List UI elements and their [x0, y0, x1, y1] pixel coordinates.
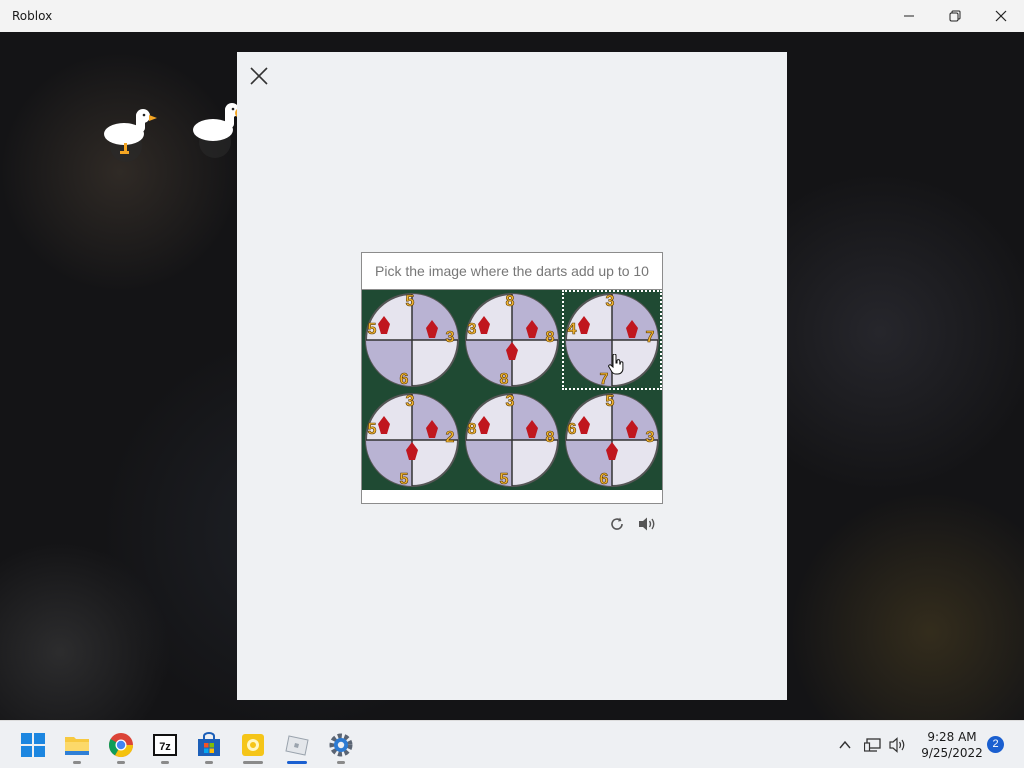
- running-indicator: [117, 761, 125, 764]
- running-indicator: [161, 761, 169, 764]
- clock-date: 9/25/2022: [921, 746, 983, 760]
- running-indicator: [337, 761, 345, 764]
- dart-score-label: 3: [646, 429, 655, 446]
- roblox-icon[interactable]: [283, 731, 311, 759]
- svg-text:7z: 7z: [159, 741, 171, 753]
- audio-challenge-button[interactable]: [637, 514, 657, 534]
- close-icon: [995, 10, 1007, 22]
- close-button[interactable]: [978, 0, 1024, 32]
- sticky-notes-icon[interactable]: [239, 731, 267, 759]
- dart-score-label: 8: [468, 421, 477, 438]
- running-indicator: [205, 761, 213, 764]
- volume-icon[interactable]: [889, 737, 907, 753]
- clock[interactable]: 9:28 AM 9/25/2022: [912, 729, 992, 761]
- dartboard-image: 8 3 8 8: [465, 293, 559, 388]
- dart-score-label: 4: [568, 321, 577, 338]
- captcha-tile[interactable]: 3 5 2 5: [362, 390, 462, 490]
- dart-score-label: 5: [368, 321, 377, 338]
- dart-score-label: 5: [606, 393, 615, 410]
- captcha-prompt: Pick the image where the darts add up to…: [362, 253, 662, 290]
- minimize-button[interactable]: [886, 0, 932, 32]
- window-titlebar: Roblox: [0, 0, 1024, 32]
- dart-score-label: 3: [606, 293, 615, 310]
- dartboard-image: 3 8 8 5: [465, 393, 559, 488]
- network-icon[interactable]: [864, 737, 882, 753]
- speaker-icon: [639, 517, 655, 531]
- captcha-tile[interactable]: 5 5 3 6: [362, 290, 462, 390]
- chrome-icon[interactable]: [107, 731, 135, 759]
- active-indicator: [287, 761, 307, 764]
- clock-time: 9:28 AM: [927, 730, 977, 744]
- dartboard-image: 5 6 3 6: [565, 393, 659, 488]
- dart-score-label: 2: [446, 429, 455, 446]
- dart-score-label: 6: [600, 471, 609, 488]
- dart-score-label: 6: [400, 371, 409, 388]
- captcha-tools: [607, 514, 657, 534]
- goose-icon: [104, 109, 157, 162]
- dart-score-label: 3: [446, 329, 455, 346]
- refresh-button[interactable]: [607, 514, 627, 534]
- start-icon[interactable]: [19, 731, 47, 759]
- chevron-up-icon[interactable]: [838, 738, 852, 752]
- restore-icon: [949, 10, 961, 22]
- verification-modal: Pick the image where the darts add up to…: [237, 52, 787, 700]
- refresh-icon: [611, 517, 623, 530]
- dart-score-label: 7: [646, 329, 655, 346]
- restore-button[interactable]: [932, 0, 978, 32]
- 7zip-icon[interactable]: 7z: [151, 731, 179, 759]
- dart-score-label: 8: [546, 429, 555, 446]
- close-icon: [250, 67, 268, 85]
- captcha-tile[interactable]: 3 8 8 5: [462, 390, 562, 490]
- microsoft-store-icon[interactable]: [195, 731, 223, 759]
- window-controls: [886, 0, 1024, 32]
- captcha-tile[interactable]: 5 6 3 6: [562, 390, 662, 490]
- running-indicator: [73, 761, 81, 764]
- modal-close-button[interactable]: [249, 66, 269, 86]
- settings-icon[interactable]: [327, 731, 355, 759]
- window-title: Roblox: [12, 9, 53, 23]
- dart-score-label: 3: [406, 393, 415, 410]
- hand-cursor-icon: [608, 354, 624, 375]
- dart-score-label: 3: [506, 393, 515, 410]
- dart-score-label: 8: [546, 329, 555, 346]
- dart-score-label: 5: [500, 471, 509, 488]
- taskbar: 7z 9:28 AM 9/25/2022: [0, 720, 1024, 768]
- captcha-panel: Pick the image where the darts add up to…: [361, 252, 663, 504]
- file-explorer-icon[interactable]: [63, 731, 91, 759]
- dart-score-label: 5: [368, 421, 377, 438]
- dart-score-label: 5: [406, 293, 415, 310]
- dart-score-label: 8: [500, 371, 509, 388]
- notification-badge[interactable]: 2: [987, 736, 1004, 753]
- minimize-icon: [904, 15, 914, 17]
- running-indicator: [243, 761, 263, 764]
- captcha-grid: 5536 8388 3477 3525 3885 5636: [362, 290, 662, 490]
- dart-score-label: 5: [400, 471, 409, 488]
- dartboard-image: 5 5 3 6: [365, 293, 459, 388]
- dart-score-label: 8: [506, 293, 515, 310]
- dart-score-label: 3: [468, 321, 477, 338]
- dartboard-image: 3 5 2 5: [365, 393, 459, 488]
- dart-score-label: 6: [568, 421, 577, 438]
- captcha-tile[interactable]: 8 3 8 8: [462, 290, 562, 390]
